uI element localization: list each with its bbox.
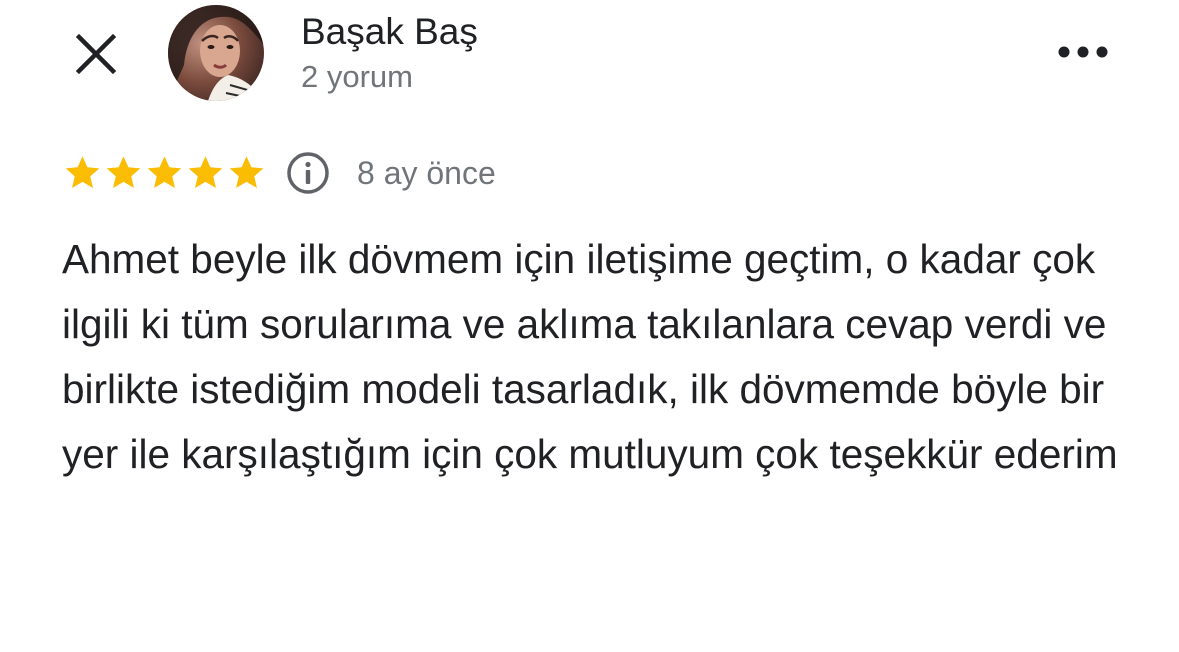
review-text: Ahmet beyle ilk dövmem için iletişime ge… (62, 236, 1118, 477)
review-count: 2 yorum (301, 59, 413, 94)
info-icon (287, 152, 329, 194)
star-filled-icon (106, 156, 141, 189)
star-filled-icon (229, 156, 264, 189)
star-filled-icon (188, 156, 223, 189)
review-date: 8 ay önce (357, 155, 496, 191)
reviewer-name[interactable]: Başak Baş (301, 8, 478, 56)
more-horizontal-icon (1058, 46, 1108, 58)
more-options-button[interactable] (1050, 32, 1116, 72)
star-rating (62, 154, 267, 192)
avatar[interactable] (168, 5, 264, 101)
close-icon (75, 33, 117, 75)
star-filled-icon (65, 156, 100, 189)
info-button[interactable] (285, 150, 331, 196)
close-button[interactable] (66, 24, 126, 84)
star-filled-icon (147, 156, 182, 189)
profile-photo (168, 5, 264, 101)
rating-row: 8 ay önce (62, 150, 496, 196)
